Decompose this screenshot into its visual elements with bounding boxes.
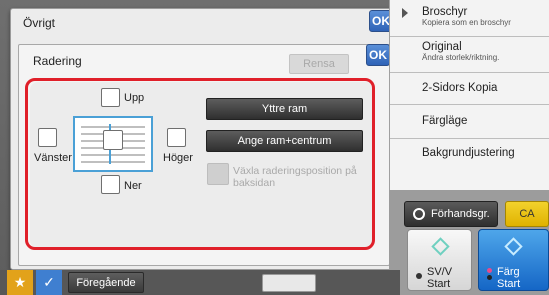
dialog-title: Övrigt — [23, 16, 56, 30]
previous-button[interactable]: Föregående — [68, 272, 144, 293]
top-edge-label: Upp — [124, 92, 145, 104]
right-edge-checkbox[interactable] — [167, 128, 186, 147]
clear-button[interactable]: Rensa — [289, 54, 349, 74]
start-diamond-icon — [504, 237, 523, 256]
collapse-arrow-icon[interactable] — [402, 8, 408, 18]
star-icon[interactable]: ★ — [7, 270, 33, 295]
top-edge-checkbox[interactable] — [101, 88, 120, 107]
color-indicator-icon — [487, 268, 492, 273]
back-side-toggle-label: Växla raderingsposition på baksidan — [233, 165, 357, 189]
preview-button[interactable]: Förhandsgr. — [404, 201, 498, 227]
menu-item-booklet[interactable]: Broschyr Kopiera som en broschyr — [390, 0, 549, 37]
document-erase-diagram — [73, 116, 153, 172]
preview-icon — [413, 208, 425, 220]
right-edge-label: Höger — [163, 152, 193, 164]
menu-item-color-mode[interactable]: Färgläge — [390, 105, 549, 139]
paper-tray-indicator-icon — [262, 274, 316, 292]
left-edge-checkbox[interactable] — [38, 128, 57, 147]
start-diamond-icon — [431, 237, 450, 256]
bottom-edge-checkbox[interactable] — [101, 175, 120, 194]
center-checkbox[interactable] — [103, 130, 123, 150]
bottom-edge-label: Ner — [124, 180, 142, 192]
bw-indicator-icon — [416, 273, 422, 279]
color-start-button[interactable]: Färg Start — [478, 229, 549, 291]
function-menu: Broschyr Kopiera som en broschyr Origina… — [389, 0, 549, 190]
back-side-toggle-checkbox[interactable] — [207, 163, 229, 185]
frame-center-button[interactable]: Ange ram+centrum — [206, 130, 363, 152]
bw-start-button[interactable]: SV/V Start — [407, 229, 472, 291]
menu-item-duplex[interactable]: 2-Sidors Kopia — [390, 73, 549, 105]
erase-ok-button[interactable]: OK — [366, 44, 390, 66]
menu-item-background-adjust[interactable]: Bakgrundjustering — [390, 139, 549, 171]
color-indicator-icon — [487, 275, 492, 280]
outer-frame-button[interactable]: Yttre ram — [206, 98, 363, 120]
clear-all-button[interactable]: CA — [505, 201, 549, 227]
menu-item-original[interactable]: Original Ändra storlek/riktning. — [390, 37, 549, 73]
erase-dialog-title: Radering — [33, 54, 82, 68]
left-edge-label: Vänster — [34, 152, 72, 164]
checkmark-icon[interactable]: ✓ — [36, 270, 62, 295]
